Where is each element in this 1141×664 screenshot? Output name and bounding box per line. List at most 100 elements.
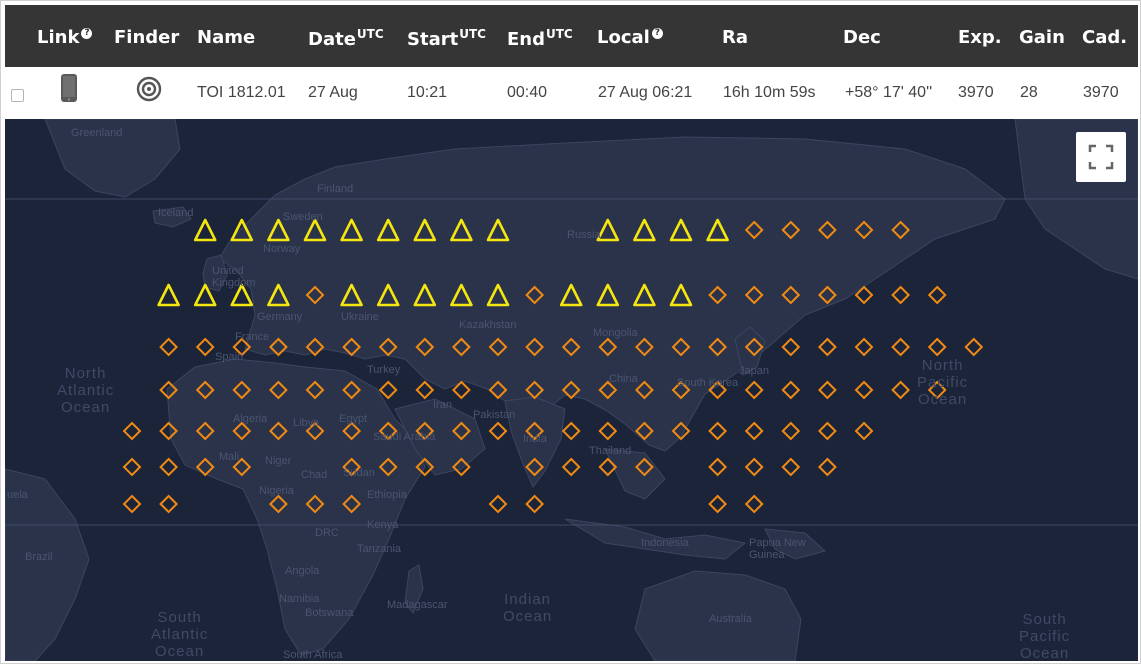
map-label: Spain [215,351,244,363]
transit-marker-diamond[interactable] [744,380,764,400]
map-label: Madagascar [387,599,448,611]
transit-marker-diamond[interactable] [378,380,398,400]
map-label: Kenya [367,519,399,531]
header-gain[interactable]: Gain [1019,27,1065,48]
header-name[interactable]: Name [197,27,255,48]
cell-exp: 3970 [958,84,994,101]
transit-marker-diamond[interactable] [817,380,837,400]
map-label: Russia [567,229,601,241]
transit-marker-diamond[interactable] [122,457,142,477]
header-dec[interactable]: Dec [843,27,881,48]
header-finder[interactable]: Finder [114,27,179,48]
cell-end: 00:40 [507,84,548,101]
transit-marker-diamond[interactable] [122,421,142,441]
transit-marker-diamond[interactable] [122,494,142,514]
map-label: Sweden [283,211,323,223]
help-icon[interactable]: ? [81,28,93,39]
map-label: uela [7,489,28,501]
transit-marker-diamond[interactable] [708,494,728,514]
map-label: Mongolia [593,327,638,339]
transit-marker-diamond[interactable] [891,285,911,305]
transit-marker-diamond[interactable] [817,421,837,441]
transit-marker-triangle[interactable] [193,218,217,242]
fullscreen-icon [1088,144,1114,170]
transit-marker-diamond[interactable] [781,380,801,400]
transit-marker-diamond[interactable] [891,337,911,357]
ocean-label: North Atlantic Ocean [57,365,115,416]
header-end[interactable]: EndUTC [507,27,573,50]
header-exp[interactable]: Exp. [958,27,1002,48]
phone-icon[interactable] [60,73,78,103]
transit-marker-diamond[interactable] [854,337,874,357]
header-ra[interactable]: Ra [722,27,748,48]
map-label: Greenland [71,127,123,139]
transit-marker-diamond[interactable] [195,337,215,357]
header-link[interactable]: Link? [37,27,93,48]
transit-marker-diamond[interactable] [708,457,728,477]
transit-marker-diamond[interactable] [488,421,508,441]
table-row[interactable]: TOI 1812.01 27 Aug 10:21 00:40 27 Aug 06… [5,67,1138,119]
transit-marker-diamond[interactable] [561,457,581,477]
map-label: Thailand [589,445,632,457]
cell-ra: 16h 10m 59s [723,84,816,101]
map-label: Saudi Arabia [373,431,436,443]
header-local[interactable]: Local? [597,27,663,48]
map-label: DRC [315,527,339,539]
transit-marker-diamond[interactable] [744,421,764,441]
transit-marker-diamond[interactable] [744,457,764,477]
fullscreen-button[interactable] [1076,132,1126,182]
map-label: Botswana [305,607,354,619]
transit-marker-diamond[interactable] [781,337,801,357]
transit-marker-diamond[interactable] [854,380,874,400]
map-label: Chad [301,469,328,481]
ocean-label: South Pacific Ocean [1019,611,1071,661]
map-label: Algeria [233,413,268,425]
cell-gain: 28 [1020,84,1038,101]
cell-start: 10:21 [407,84,448,101]
cell-name[interactable]: TOI 1812.01 [197,84,286,102]
cell-cad: 3970 [1083,84,1119,101]
cell-local: 27 Aug 06:21 [598,84,693,101]
map-label: Turkey [367,364,401,376]
world-map[interactable]: Greenland Iceland Finland Sweden Norway … [5,119,1138,661]
help-icon[interactable]: ? [651,28,663,39]
transit-marker-triangle[interactable] [157,283,180,307]
transit-marker-diamond[interactable] [744,494,764,514]
map-label: Brazil [25,551,53,563]
transit-marker-diamond[interactable] [854,421,874,441]
transit-marker-diamond[interactable] [708,421,728,441]
transit-marker-diamond[interactable] [159,457,179,477]
transit-marker-diamond[interactable] [415,380,435,400]
map-label: Niger [265,455,292,467]
header-cad[interactable]: Cad. [1082,27,1127,48]
map-label: India [523,433,547,445]
map-label: Papua New Guinea [749,537,806,561]
transit-marker-diamond[interactable] [964,337,984,357]
header-date[interactable]: DateUTC [308,27,384,50]
target-app-window: Link? Finder Name DateUTC StartUTC EndUT… [0,0,1141,664]
map-label: Mali [219,451,240,463]
ocean-label: Indian Ocean [503,591,553,625]
map-label: South Korea [677,377,739,389]
map-label: Angola [285,565,320,577]
map-label: Pakistan [473,409,516,421]
transit-marker-diamond[interactable] [781,421,801,441]
row-checkbox[interactable] [11,89,24,102]
ocean-label: North Pacific Ocean [917,357,969,408]
transit-marker-diamond[interactable] [891,380,911,400]
transit-marker-diamond[interactable] [159,337,179,357]
header-start[interactable]: StartUTC [407,27,486,50]
target-icon[interactable] [136,76,162,102]
transit-marker-diamond[interactable] [525,494,545,514]
transit-marker-diamond[interactable] [561,421,581,441]
map-label: Germany [257,311,303,323]
transit-marker-diamond[interactable] [159,494,179,514]
transit-marker-diamond[interactable] [927,285,947,305]
transit-marker-diamond[interactable] [927,337,947,357]
transit-marker-diamond[interactable] [598,421,618,441]
map-label: Sudan [343,467,375,479]
transit-marker-diamond[interactable] [817,337,837,357]
transit-marker-diamond[interactable] [488,494,508,514]
transit-marker-diamond[interactable] [817,457,837,477]
transit-marker-diamond[interactable] [781,457,801,477]
